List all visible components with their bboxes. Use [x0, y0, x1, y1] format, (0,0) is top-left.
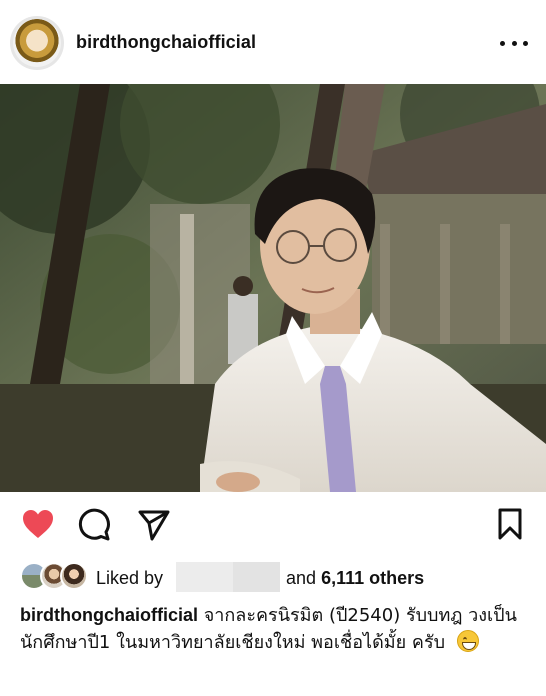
post-header: birdthongchaiofficial [0, 0, 546, 84]
post-photo[interactable] [0, 84, 546, 492]
post-caption: birdthongchaiofficial จากละครนิรมิต (ปี2… [20, 602, 530, 656]
bookmark-svg [498, 508, 522, 540]
send-svg [138, 510, 170, 541]
more-dot [500, 40, 505, 46]
redacted-username [176, 562, 280, 592]
heart-filled-icon[interactable] [20, 506, 56, 542]
instagram-post: birdthongchaiofficial Liked by and 6,111… [0, 0, 546, 696]
comment-svg [78, 508, 110, 541]
grinning-face-emoji-icon [456, 630, 479, 652]
likes-count[interactable]: and 6,111 others [286, 568, 424, 589]
comment-icon[interactable] [76, 506, 112, 542]
likes-row: Liked by and 6,111 others [0, 560, 546, 594]
post-username[interactable]: birdthongchaiofficial [76, 32, 256, 53]
send-icon[interactable] [136, 506, 172, 542]
more-dot [511, 40, 517, 46]
more-options-icon[interactable] [500, 34, 528, 52]
and-label: and [286, 568, 317, 588]
liked-by-label: Liked by [96, 568, 164, 588]
heart-svg [23, 510, 53, 538]
others-count: 6,111 others [321, 568, 425, 588]
post-actions [0, 500, 546, 550]
bookmark-icon[interactable] [492, 506, 528, 542]
liker-avatars [20, 562, 92, 590]
avatar-image [13, 19, 61, 67]
caption-username[interactable]: birdthongchaiofficial [20, 605, 198, 625]
liker-avatar[interactable] [60, 562, 88, 590]
more-dot [523, 40, 528, 46]
photo-illustration [0, 84, 546, 492]
profile-avatar[interactable] [10, 16, 64, 70]
